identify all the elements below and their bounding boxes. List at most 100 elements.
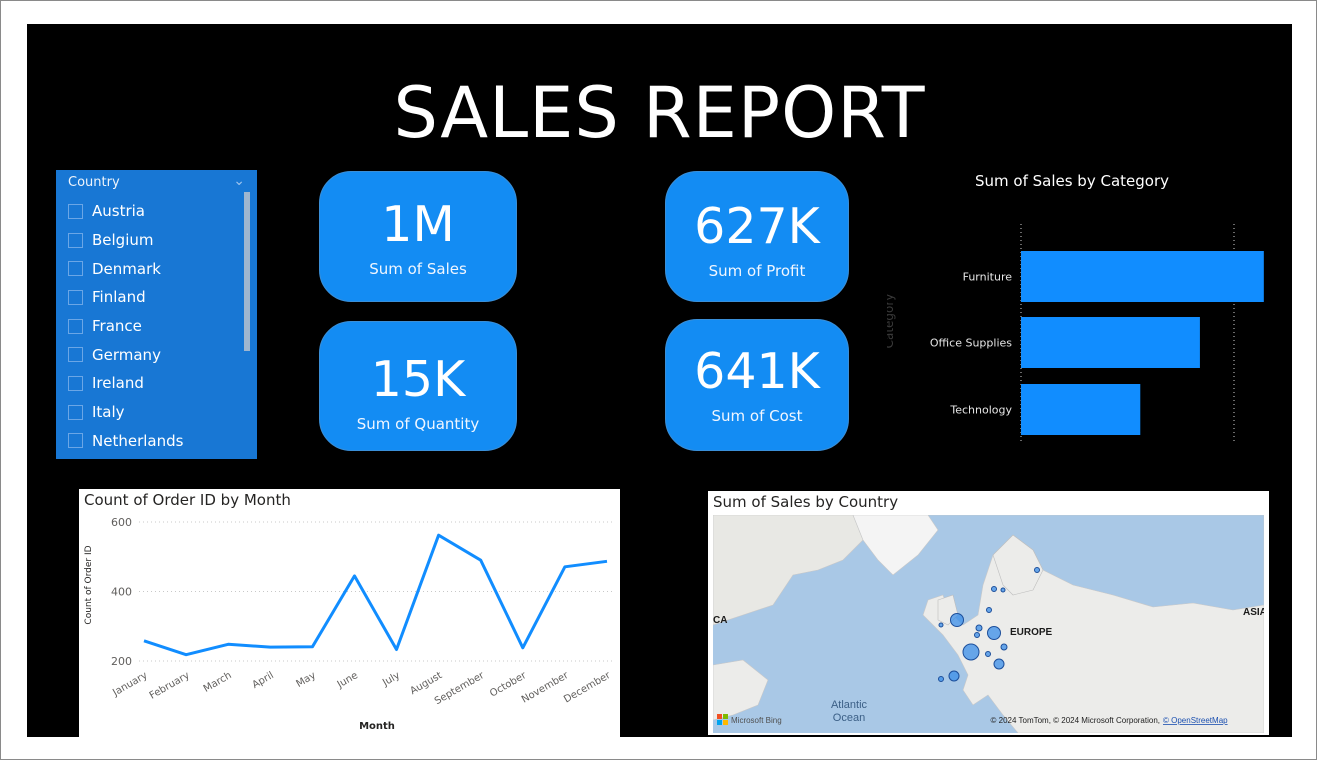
- kpi-value: 15K: [370, 351, 466, 408]
- kpi-value: 1M: [381, 196, 455, 253]
- map-bubble[interactable]: [987, 626, 1001, 640]
- bar[interactable]: [1021, 251, 1264, 302]
- category-label: Office Supplies: [930, 337, 1012, 350]
- series-line[interactable]: [143, 533, 608, 657]
- map-svg: CA EUROPE ASIA Atlantic Ocean Microsoft …: [713, 515, 1264, 733]
- x-tick-label: June: [335, 670, 360, 691]
- map-title: Sum of Sales by Country: [713, 493, 899, 511]
- checkbox[interactable]: [68, 404, 83, 420]
- map-attribution: © 2024 TomTom, © 2024 Microsoft Corporat…: [991, 716, 1161, 725]
- map-bubble[interactable]: [1000, 643, 1008, 651]
- map-bubble[interactable]: [1034, 567, 1040, 573]
- slicer-item-label: Italy: [92, 403, 125, 422]
- x-tick-label: January: [110, 670, 149, 699]
- slicer-item-label: Netherlands: [92, 431, 184, 450]
- north-america-landmass: [713, 515, 864, 626]
- y-tick-label: 200: [111, 655, 132, 668]
- country-map[interactable]: Sum of Sales by Country CA EUROPE ASIA A…: [708, 491, 1269, 735]
- category-bar-chart[interactable]: Sum of Sales by Category Category Furnit…: [882, 164, 1287, 482]
- slicer-item-france[interactable]: France: [68, 312, 238, 341]
- map-label-asia: ASIA: [1243, 607, 1264, 618]
- orders-line-chart[interactable]: Count of Order ID by Month Count of Orde…: [79, 489, 620, 737]
- slicer-item-label: Belgium: [92, 231, 154, 250]
- slicer-item-denmark[interactable]: Denmark: [68, 254, 238, 283]
- kpi-value: 627K: [694, 198, 820, 255]
- y-tick-label: 400: [111, 586, 132, 599]
- greenland-landmass: [852, 515, 939, 576]
- kpi-label: Sum of Cost: [711, 407, 803, 425]
- checkbox[interactable]: [68, 232, 83, 248]
- chevron-down-icon[interactable]: ⌄: [233, 173, 245, 189]
- map-label-ocean: Ocean: [833, 712, 865, 724]
- map-label-europe: EUROPE: [1010, 627, 1053, 638]
- x-tick-label: May: [294, 670, 317, 690]
- map-label-atlantic: Atlantic: [831, 699, 868, 711]
- x-tick-label: August: [408, 670, 444, 697]
- checkbox[interactable]: [68, 433, 83, 449]
- map-bubble[interactable]: [985, 651, 991, 657]
- osm-link[interactable]: © OpenStreetMap: [1163, 716, 1228, 725]
- map-bubble[interactable]: [1000, 587, 1006, 593]
- map-bubble[interactable]: [962, 643, 980, 661]
- checkbox[interactable]: [68, 203, 83, 219]
- slicer-header: Country: [68, 175, 120, 190]
- map-bubble[interactable]: [938, 676, 944, 682]
- map-bubble[interactable]: [974, 632, 980, 638]
- slicer-item-germany[interactable]: Germany: [68, 340, 238, 369]
- chart-title: Sum of Sales by Category: [975, 172, 1169, 190]
- category-label: Furniture: [963, 271, 1013, 284]
- x-tick-label: February: [148, 670, 192, 702]
- y-axis-label: Category: [887, 294, 896, 349]
- slicer-item-label: Denmark: [92, 259, 161, 278]
- x-tick-label: April: [250, 670, 275, 691]
- kpi-card-quantity[interactable]: 15K Sum of Quantity: [319, 321, 517, 451]
- slicer-item-label: Austria: [92, 202, 145, 221]
- slicer-item-austria[interactable]: Austria: [68, 197, 238, 226]
- slicer-item-italy[interactable]: Italy: [68, 398, 238, 427]
- kpi-label: Sum of Sales: [369, 260, 467, 278]
- bar[interactable]: [1021, 317, 1200, 368]
- kpi-label: Sum of Profit: [708, 262, 806, 280]
- map-bubble[interactable]: [975, 624, 983, 632]
- slicer-item-netherlands[interactable]: Netherlands: [68, 427, 238, 456]
- map-bubble[interactable]: [993, 658, 1005, 670]
- checkbox[interactable]: [68, 289, 83, 305]
- y-axis-label: Count of Order ID: [84, 545, 94, 624]
- category-bar-chart-svg: Sum of Sales by Category Category Furnit…: [882, 172, 1264, 482]
- slicer-item-label: Ireland: [92, 374, 144, 393]
- map-bubble[interactable]: [991, 586, 997, 592]
- kpi-label: Sum of Quantity: [356, 415, 480, 433]
- checkbox[interactable]: [68, 261, 83, 277]
- slicer-item-finland[interactable]: Finland: [68, 283, 238, 312]
- map-bubble[interactable]: [938, 622, 944, 628]
- y-tick-label: 600: [111, 516, 132, 529]
- slicer-item-label: Finland: [92, 288, 146, 307]
- bing-logo-text: Microsoft Bing: [731, 716, 782, 725]
- checkbox[interactable]: [68, 375, 83, 391]
- bar[interactable]: [1021, 384, 1141, 435]
- kpi-card-profit[interactable]: 627K Sum of Profit: [665, 171, 849, 302]
- map-bubble[interactable]: [950, 613, 964, 627]
- country-slicer[interactable]: Country ⌄ Austria Belgium Denmark Finlan…: [56, 170, 257, 459]
- kpi-card-cost[interactable]: 641K Sum of Cost: [665, 319, 849, 451]
- report-canvas: SALES REPORT Country ⌄ Austria Belgium D…: [27, 24, 1292, 737]
- slicer-scrollbar[interactable]: [244, 192, 250, 351]
- x-axis-label: Month: [359, 721, 395, 732]
- map-label-ca: CA: [713, 615, 727, 626]
- report-title: SALES REPORT: [393, 72, 926, 154]
- map-bubble[interactable]: [948, 670, 960, 682]
- checkbox[interactable]: [68, 347, 83, 363]
- x-tick-label: December: [562, 670, 613, 706]
- map-bubble[interactable]: [986, 607, 992, 613]
- slicer-item-ireland[interactable]: Ireland: [68, 369, 238, 398]
- slicer-item-belgium[interactable]: Belgium: [68, 226, 238, 255]
- x-tick-label: July: [380, 670, 402, 689]
- kpi-value: 641K: [694, 343, 820, 400]
- slicer-item-label: Germany: [92, 345, 161, 364]
- map-area[interactable]: CA EUROPE ASIA Atlantic Ocean Microsoft …: [713, 515, 1264, 733]
- orders-line-chart-svg: Count of Order ID Month 200 400 600 Januar…: [84, 516, 613, 732]
- slicer-item-label: France: [92, 317, 142, 336]
- kpi-card-sales[interactable]: 1M Sum of Sales: [319, 171, 517, 302]
- slicer-list: Austria Belgium Denmark Finland France G…: [68, 197, 238, 455]
- checkbox[interactable]: [68, 318, 83, 334]
